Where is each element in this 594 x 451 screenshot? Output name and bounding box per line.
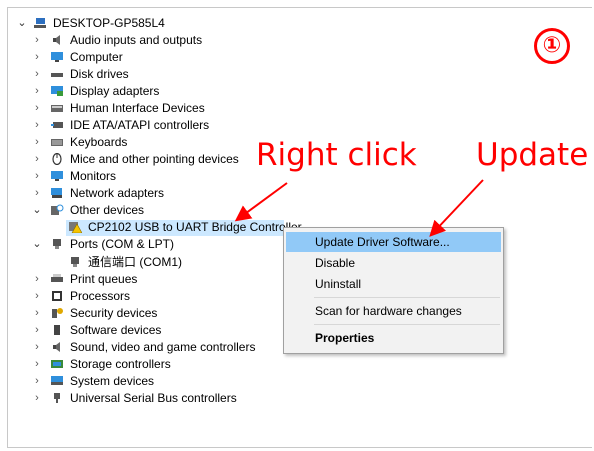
annotation-arrows [234,179,484,237]
right-click-arrow [234,182,288,222]
update-arrow [429,179,484,237]
